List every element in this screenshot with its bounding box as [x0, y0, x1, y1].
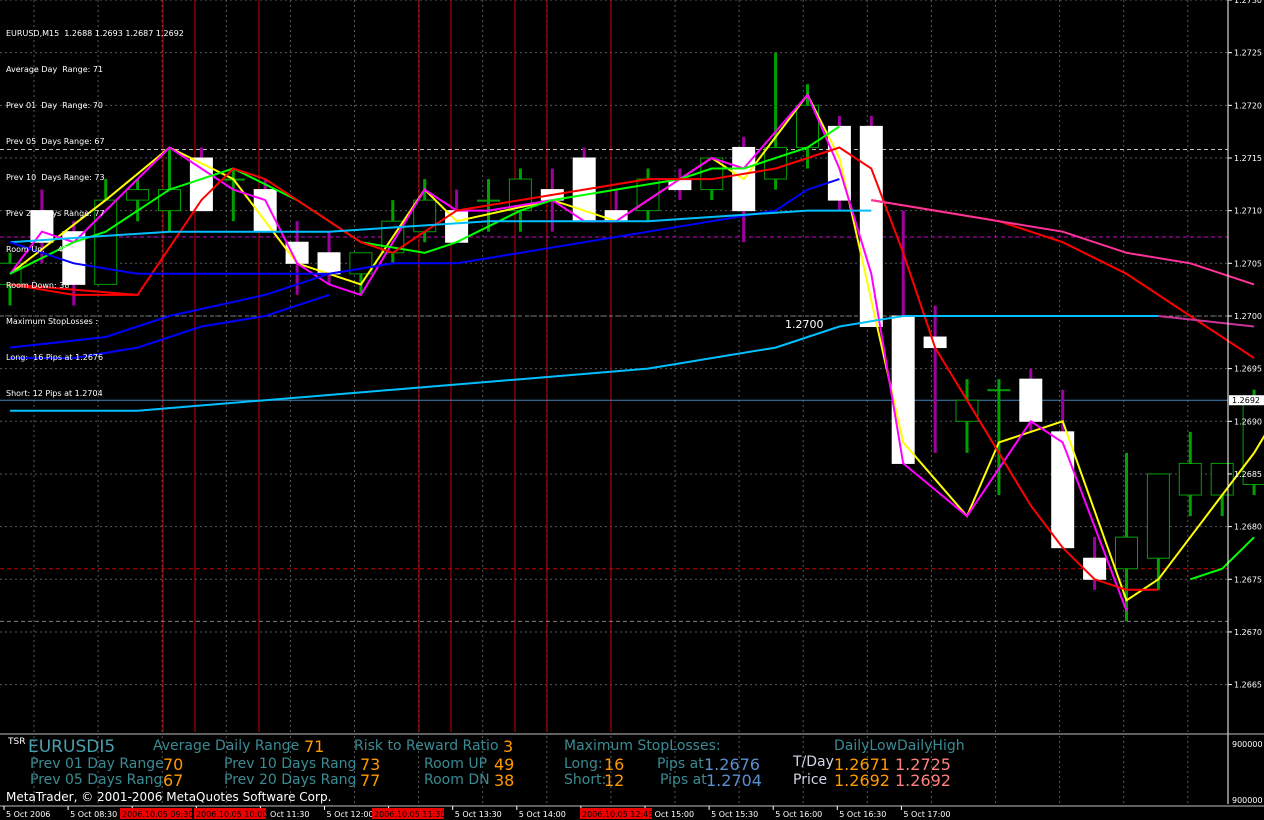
candle-body [987, 389, 1011, 392]
avg-range-label: Average Daily Range [153, 738, 300, 754]
candle-body [189, 157, 213, 212]
price-chart[interactable]: 1.2730 1.2725 1.2720 1.2715 1.2710 1.2705 1.27… [0, 0, 1264, 820]
daily-low-high-header: DailyLowDailyHigh [834, 738, 965, 754]
candle-body [1210, 462, 1234, 496]
current-price-label: 1.2692 [1232, 396, 1260, 405]
short-price: 1.2704 [706, 771, 762, 790]
room-up-label: Room UP [424, 756, 488, 772]
price-tick-label: 1.2700 [1234, 312, 1262, 321]
price-tick-label: 1.2705 [1234, 259, 1262, 268]
avg-range-value: 71 [304, 737, 325, 756]
prev05-label: Prev 05 Days Rang [30, 772, 163, 788]
price-tick-label: 1.2715 [1234, 154, 1262, 163]
tday-label: T/Day [793, 754, 834, 770]
candle-body [764, 146, 788, 180]
price-tick-label: 1.2665 [1234, 681, 1262, 690]
info-line: Long: 16 Pips at 1.2676 [6, 353, 104, 362]
candle-body [1083, 557, 1107, 580]
candle-body [1019, 378, 1043, 422]
risk-reward-label: Risk to Reward Ratio [354, 738, 499, 754]
price-low: 1.2692 [834, 771, 890, 790]
time-tick-label: 5 Oct 15:00 [647, 810, 694, 819]
info-line: Prev 01 Day Range: 70 [6, 101, 103, 110]
candle-body [1115, 536, 1138, 570]
time-tick-label: 5 Oct 16:30 [839, 810, 886, 819]
time-highlight-label: 2006.10.05 10:00 [196, 810, 267, 819]
info-line: Room Up: 49 [6, 245, 68, 254]
prev05-value: 67 [163, 771, 184, 790]
info-line: Average Day Range: 71 [6, 65, 104, 74]
chart-info-panel: EURUSD,M15 1.2688 1.2693 1.2687 1.2692 A… [6, 4, 184, 424]
time-tick-label: 5 Oct 15:30 [711, 810, 758, 819]
info-line: Prev 10 Days Range: 73 [6, 173, 105, 182]
short-value: 12 [604, 771, 625, 790]
candle-body [1051, 431, 1075, 549]
max-stoploss-label: Maximum StopLosses: [564, 738, 721, 754]
time-tick-label: 5 Oct 17:00 [903, 810, 950, 819]
risk-reward-value: 3 [503, 737, 514, 756]
info-line: Prev 05 Days Range: 67 [6, 137, 105, 146]
prev20-label: Prev 20 Days Rang [224, 772, 357, 788]
long-pips-at-label: Pips at [657, 756, 704, 772]
subwindow-scale-bottom: 900000 [1232, 796, 1263, 805]
candle-body [955, 399, 979, 422]
candle-body [1146, 473, 1170, 559]
price-tick-label: 1.2685 [1234, 470, 1262, 479]
time-tick-label: 5 Oct 13:30 [455, 810, 502, 819]
price-tick-label: 1.2730 [1234, 0, 1262, 5]
level-label: 1.2700 [785, 318, 824, 331]
info-line: EURUSD,M15 1.2688 1.2693 1.2687 1.2692 [6, 29, 184, 38]
long-label: Long: [564, 756, 603, 772]
price-label: Price [793, 772, 828, 788]
subwindow-scale-top: 900000 [1232, 740, 1263, 749]
info-line: Maximum StopLosses : [6, 317, 99, 326]
metatrader-chart-window: 1.2730 1.2725 1.2720 1.2715 1.2710 1.2705 1.27… [0, 0, 1264, 820]
price-tick-label: 1.2695 [1234, 365, 1262, 374]
candle-body [477, 199, 500, 202]
price-tick-label: 1.2675 [1234, 575, 1262, 584]
price-tick-label: 1.2710 [1234, 207, 1262, 216]
subwindow-label: TSR [8, 737, 26, 747]
time-tick-label: 5 Oct 14:00 [519, 810, 566, 819]
candle-body [1178, 462, 1202, 496]
time-tick-label: 5 Oct 08:30 [70, 810, 117, 819]
time-tick-label: 5 Oct 11:30 [262, 810, 309, 819]
prev01-label: Prev 01 Day Range [30, 756, 164, 772]
info-line: Short: 12 Pips at 1.2704 [6, 389, 103, 398]
info-line: Prev 20 Days Range: 77 [6, 209, 105, 218]
time-highlight-label: 2006.10.05 09:30 [122, 810, 193, 819]
price-high: 1.2692 [895, 771, 951, 790]
time-tick-label: 5 Oct 2006 [6, 810, 50, 819]
price-tick-label: 1.2725 [1234, 49, 1262, 58]
prev10-label: Prev 10 Days Rang [224, 756, 357, 772]
short-label: Short: [564, 772, 607, 788]
price-tick-label: 1.2690 [1234, 417, 1262, 426]
time-highlight-label: 2006.10.05 11:30 [374, 810, 445, 819]
price-tick-label: 1.2680 [1234, 523, 1262, 532]
short-pips-at-label: Pips at [660, 772, 707, 788]
room-dn-value: 38 [494, 771, 515, 790]
price-tick-label: 1.2670 [1234, 628, 1262, 637]
copyright-text: MetaTrader, © 2001-2006 MetaQuotes Softw… [6, 790, 332, 804]
prev20-value: 77 [360, 771, 381, 790]
room-dn-label: Room DN [424, 772, 490, 788]
price-tick-label: 1.2720 [1234, 101, 1262, 110]
info-line: Room Down: 38 [6, 281, 70, 290]
time-tick-label: 5 Oct 16:00 [775, 810, 822, 819]
time-tick-label: 5 Oct 12:00 [327, 810, 374, 819]
chart-background [0, 0, 1264, 820]
time-highlight-label: 2006.10.05 12:45 [582, 810, 653, 819]
subwindow-symbol: EURUSDI5 [28, 737, 116, 757]
